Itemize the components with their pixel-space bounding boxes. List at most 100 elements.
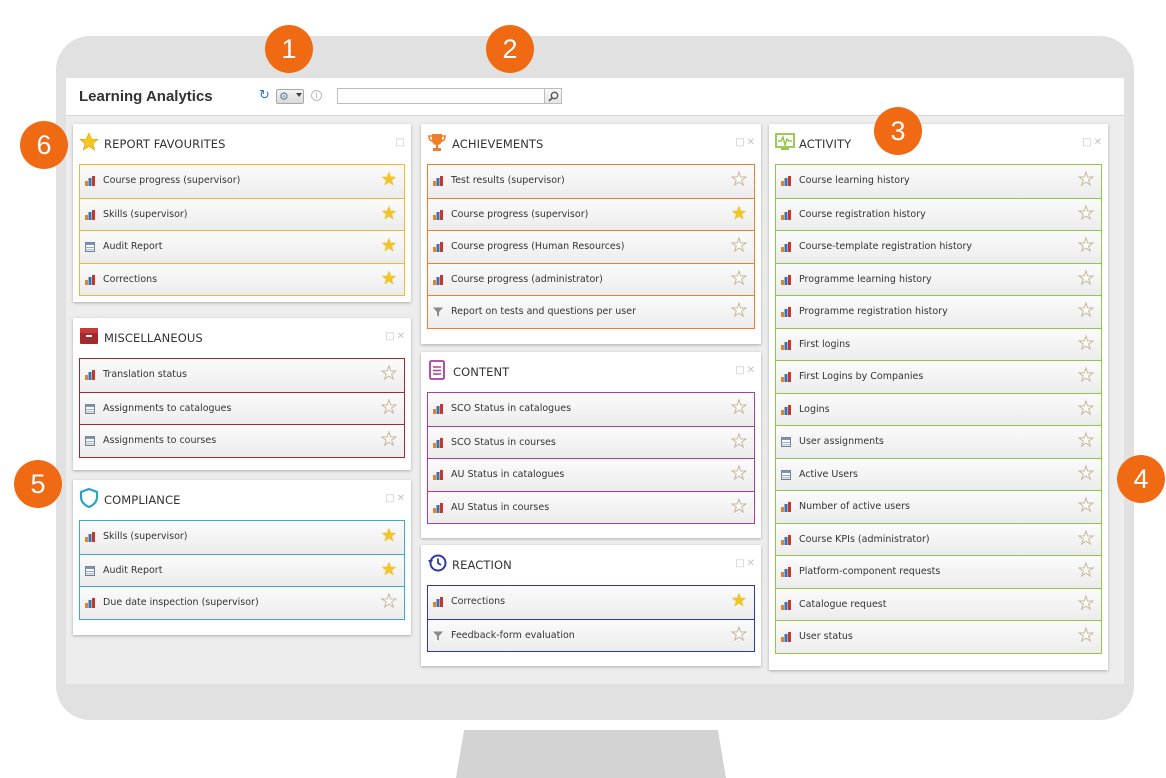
bar-chart-icon: [781, 242, 791, 252]
report-row[interactable]: Course-template registration history ★: [776, 230, 1101, 263]
report-label: Test results (supervisor): [451, 175, 565, 186]
favourite-star-empty-icon[interactable]: ★: [1077, 626, 1094, 645]
report-row[interactable]: Feedback-form evaluation ★: [428, 618, 754, 651]
favourite-star-filled-icon[interactable]: ★: [381, 237, 397, 255]
favourite-star-empty-icon[interactable]: ★: [1077, 464, 1094, 483]
close-icon[interactable]: ✕: [747, 137, 755, 148]
favourite-star-empty-icon[interactable]: ★: [730, 236, 747, 255]
favourite-star-empty-icon[interactable]: ★: [1077, 431, 1094, 450]
close-icon[interactable]: ✕: [397, 331, 405, 342]
favourite-star-empty-icon[interactable]: ★: [380, 430, 397, 449]
report-row[interactable]: Assignments to catalogues ★: [80, 391, 404, 424]
close-icon[interactable]: ✕: [747, 558, 755, 569]
maximize-icon[interactable]: □: [1082, 137, 1091, 148]
report-list: Skills (supervisor) ★ Audit Report ★ Due dat…: [79, 520, 405, 620]
report-row[interactable]: Course progress (supervisor) ★: [428, 197, 754, 230]
favourite-star-filled-icon[interactable]: ★: [381, 204, 397, 223]
report-label: Due date inspection (supervisor): [103, 597, 259, 608]
report-row[interactable]: SCO Status in catalogues ★: [428, 393, 754, 426]
maximize-icon[interactable]: □: [385, 493, 394, 504]
favourite-star-empty-icon[interactable]: ★: [1077, 204, 1094, 223]
favourite-star-empty-icon[interactable]: ★: [1077, 529, 1094, 548]
favourite-star-empty-icon[interactable]: ★: [380, 592, 397, 611]
favourite-star-empty-icon[interactable]: ★: [380, 398, 397, 417]
report-row[interactable]: Course progress (administrator) ★: [428, 262, 754, 295]
favourite-star-filled-icon[interactable]: ★: [731, 204, 747, 223]
favourite-star-empty-icon[interactable]: ★: [1077, 594, 1094, 613]
favourite-star-empty-icon[interactable]: ★: [1077, 334, 1094, 353]
report-row[interactable]: Corrections ★: [80, 262, 404, 295]
report-row[interactable]: Audit Report ★: [80, 230, 404, 263]
favourite-star-empty-icon[interactable]: ★: [1077, 366, 1094, 385]
favourite-star-empty-icon[interactable]: ★: [730, 269, 747, 288]
favourite-star-empty-icon[interactable]: ★: [1077, 236, 1094, 255]
favourite-star-empty-icon[interactable]: ★: [1077, 561, 1094, 580]
report-row[interactable]: Programme learning history ★: [776, 262, 1101, 295]
report-row[interactable]: Due date inspection (supervisor) ★: [80, 586, 404, 619]
report-row[interactable]: Number of active users ★: [776, 490, 1101, 523]
report-row[interactable]: Assignments to courses ★: [80, 424, 404, 457]
panel-achievements: ACHIEVEMENTS □ ✕ Test results (supervisor…: [421, 124, 761, 344]
favourite-star-empty-icon[interactable]: ★: [1077, 269, 1094, 288]
refresh-icon[interactable]: ↻: [259, 89, 270, 103]
report-label: SCO Status in catalogues: [451, 403, 572, 414]
report-row[interactable]: Catalogue request ★: [776, 587, 1101, 620]
maximize-icon[interactable]: □: [385, 331, 394, 342]
favourite-star-filled-icon[interactable]: ★: [381, 269, 397, 288]
favourite-star-filled-icon[interactable]: ★: [381, 560, 397, 579]
favourite-star-empty-icon[interactable]: ★: [1077, 301, 1094, 320]
report-row[interactable]: Skills (supervisor) ★: [80, 521, 404, 554]
report-row[interactable]: User status ★: [776, 620, 1101, 653]
favourite-star-empty-icon[interactable]: ★: [730, 625, 747, 644]
favourite-star-empty-icon[interactable]: ★: [730, 301, 747, 320]
report-row[interactable]: Report on tests and questions per user ★: [428, 295, 754, 328]
info-icon[interactable]: i: [311, 90, 322, 101]
panel-title: MISCELLANEOUS: [104, 331, 203, 345]
favourite-star-empty-icon[interactable]: ★: [730, 497, 747, 516]
search-button[interactable]: [545, 88, 562, 104]
favourite-star-filled-icon[interactable]: ★: [731, 592, 747, 610]
report-row[interactable]: Corrections ★: [428, 586, 754, 619]
favourite-star-empty-icon[interactable]: ★: [1077, 399, 1094, 418]
settings-dropdown[interactable]: ⚙: [276, 89, 304, 104]
favourite-star-empty-icon[interactable]: ★: [730, 398, 747, 417]
favourite-star-filled-icon[interactable]: ★: [381, 171, 397, 189]
report-row[interactable]: User assignments ★: [776, 425, 1101, 458]
bar-chart-icon: [433, 597, 443, 607]
favourite-star-empty-icon[interactable]: ★: [1077, 496, 1094, 515]
search-input[interactable]: [337, 88, 545, 104]
report-row[interactable]: SCO Status in courses ★: [428, 425, 754, 458]
report-row[interactable]: Course progress (supervisor) ★: [80, 165, 404, 198]
maximize-icon[interactable]: □: [396, 137, 405, 148]
close-icon[interactable]: ✕: [397, 493, 405, 504]
maximize-icon[interactable]: □: [735, 365, 744, 376]
report-row[interactable]: AU Status in catalogues ★: [428, 458, 754, 491]
favourite-star-empty-icon[interactable]: ★: [380, 364, 397, 383]
close-icon[interactable]: ✕: [747, 365, 755, 376]
favourite-star-empty-icon[interactable]: ★: [730, 464, 747, 483]
favourite-star-empty-icon[interactable]: ★: [730, 432, 747, 451]
report-row[interactable]: Platform-component requests ★: [776, 555, 1101, 588]
favourite-star-empty-icon[interactable]: ★: [1077, 170, 1094, 189]
report-row[interactable]: Audit Report ★: [80, 553, 404, 586]
panel-controls: □ ✕: [733, 558, 755, 569]
report-row[interactable]: Skills (supervisor) ★: [80, 197, 404, 230]
report-label: Platform-component requests: [799, 566, 941, 577]
favourite-star-filled-icon[interactable]: ★: [381, 527, 397, 545]
maximize-icon[interactable]: □: [735, 558, 744, 569]
close-icon[interactable]: ✕: [1094, 137, 1102, 148]
report-row[interactable]: First logins ★: [776, 327, 1101, 360]
report-row[interactable]: First Logins by Companies ★: [776, 360, 1101, 393]
maximize-icon[interactable]: □: [735, 137, 744, 148]
report-row[interactable]: Course progress (Human Resources) ★: [428, 230, 754, 263]
report-row[interactable]: Course KPIs (administrator) ★: [776, 522, 1101, 555]
report-row[interactable]: Course registration history ★: [776, 197, 1101, 230]
report-row[interactable]: Active Users ★: [776, 457, 1101, 490]
report-row[interactable]: Logins ★: [776, 392, 1101, 425]
favourite-star-empty-icon[interactable]: ★: [730, 170, 747, 189]
report-row[interactable]: Course learning history ★: [776, 165, 1101, 198]
report-row[interactable]: Translation status ★: [80, 359, 404, 392]
report-row[interactable]: AU Status in courses ★: [428, 490, 754, 523]
report-row[interactable]: Programme registration history ★: [776, 295, 1101, 328]
report-row[interactable]: Test results (supervisor) ★: [428, 165, 754, 198]
